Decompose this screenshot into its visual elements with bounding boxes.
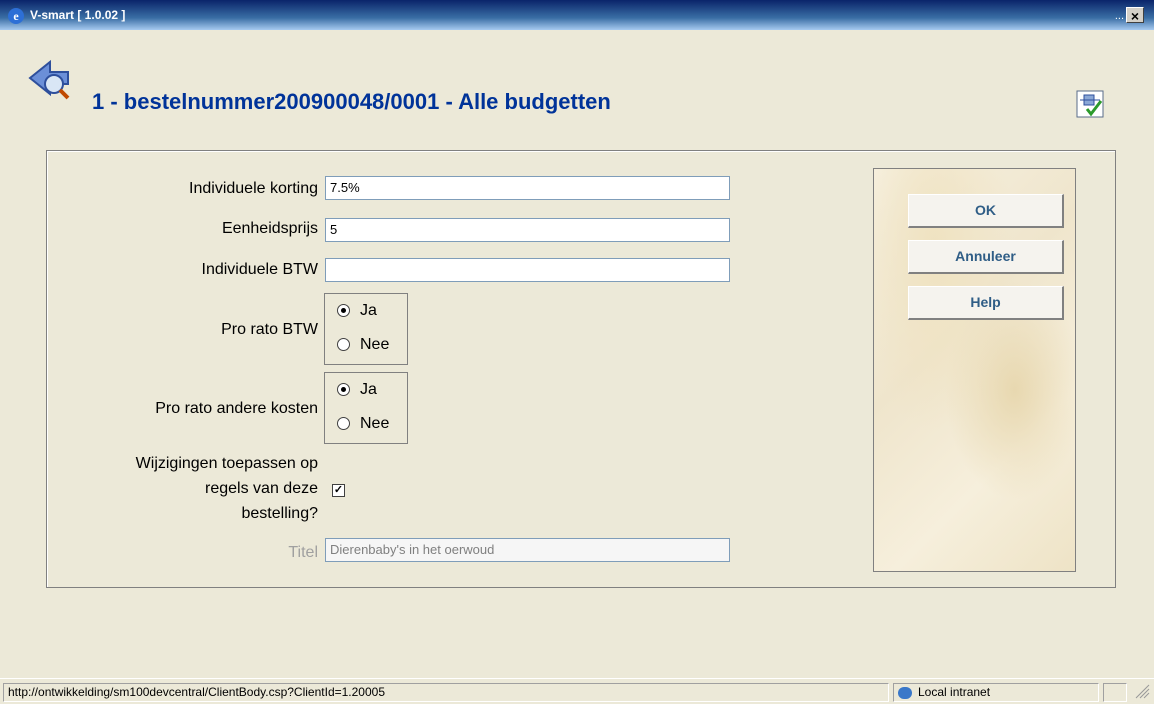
individuele-btw-input[interactable] [325, 258, 730, 282]
pro-rato-andere-kosten-label: Pro rato andere kosten [155, 400, 318, 417]
status-zone-label: Local intranet [918, 685, 991, 699]
titel-input: Dierenbaby's in het oerwoud [325, 538, 730, 562]
ie-icon: e [8, 8, 24, 24]
button-panel: OK Annuleer Help [873, 168, 1076, 572]
page-title: 1 - bestelnummer200900048/0001 - Alle bu… [92, 89, 611, 114]
minimize-label[interactable]: ... [1115, 10, 1124, 22]
resize-grip-icon[interactable] [1130, 683, 1150, 702]
status-zone: Local intranet [893, 683, 1099, 702]
wijzigingen-label-line2: regels van deze [205, 480, 318, 497]
radio-nee[interactable] [337, 417, 350, 431]
pro-rato-andere-kosten-nee[interactable]: Nee [337, 415, 389, 433]
status-bar: http://ontwikkelding/sm100devcentral/Cli… [0, 678, 1154, 703]
resize-grip-icon[interactable] [1134, 683, 1150, 699]
status-url: http://ontwikkelding/sm100devcentral/Cli… [3, 683, 889, 702]
eenheidsprijs-label: Eenheidsprijs [221, 220, 318, 237]
radio-label: Ja [360, 302, 377, 319]
wijzigingen-label-line3: bestelling? [241, 505, 319, 522]
pro-rato-andere-kosten-ja[interactable]: Ja [337, 381, 377, 399]
window-title: V-smart [ 1.0.02 ] [30, 8, 126, 22]
window-titlebar: e V-smart [ 1.0.02 ] ... × [0, 0, 1154, 30]
titel-label: Titel [288, 544, 318, 561]
pro-rato-btw-label: Pro rato BTW [221, 321, 318, 338]
help-button[interactable]: Help [908, 286, 1064, 320]
radio-ja-checked[interactable] [337, 383, 350, 397]
pro-rato-btw-ja[interactable]: Ja [337, 302, 377, 320]
individuele-korting-input[interactable]: 7.5% [325, 176, 730, 200]
radio-nee[interactable] [337, 338, 350, 352]
wijzigingen-label-line1: Wijzigingen toepassen op [135, 455, 318, 472]
radio-label: Nee [360, 415, 390, 432]
eenheidsprijs-input[interactable]: 5 [325, 218, 730, 242]
pro-rato-btw-group: Ja Nee [324, 293, 408, 365]
radio-ja-checked[interactable] [337, 304, 350, 318]
status-blank [1103, 683, 1127, 702]
wijzigingen-checkbox[interactable]: ✓ [332, 484, 345, 497]
individuele-korting-label: Individuele korting [189, 180, 318, 197]
back-search-icon[interactable] [28, 56, 74, 100]
radio-label: Nee [360, 336, 390, 353]
checklist-icon[interactable] [1075, 89, 1105, 119]
radio-label: Ja [360, 381, 377, 398]
individuele-btw-label: Individuele BTW [201, 261, 319, 278]
pro-rato-btw-nee[interactable]: Nee [337, 336, 389, 354]
close-button[interactable]: × [1126, 7, 1144, 24]
ok-button[interactable]: OK [908, 194, 1064, 228]
pro-rato-andere-kosten-group: Ja Nee [324, 372, 408, 444]
annuleer-button[interactable]: Annuleer [908, 240, 1064, 274]
intranet-icon [898, 686, 912, 699]
